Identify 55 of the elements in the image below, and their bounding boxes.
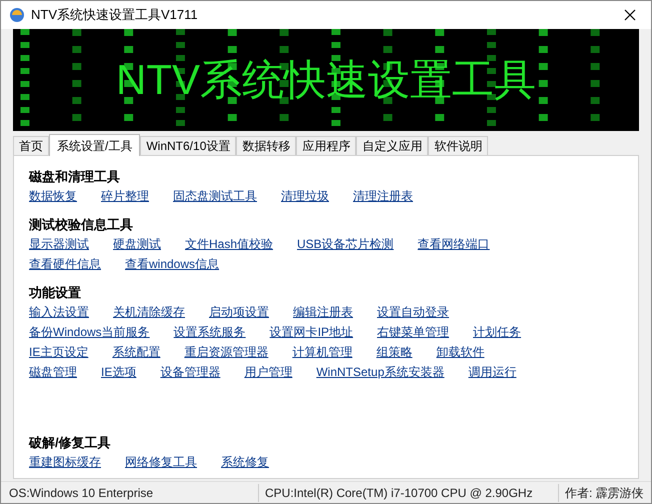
tool-link[interactable]: 查看硬件信息 [29,254,101,274]
tool-link[interactable]: 碎片整理 [101,186,149,206]
tool-link[interactable]: 清理垃圾 [281,186,329,206]
tool-link[interactable]: 网络修复工具 [125,452,197,472]
tool-link[interactable]: 文件Hash值校验 [185,234,274,254]
tool-link[interactable]: 查看网络端口 [418,234,490,254]
tab[interactable]: 应用程序 [296,136,356,155]
tool-link[interactable]: 用户管理 [244,362,292,382]
tool-link[interactable]: 设置自动登录 [377,302,449,322]
window-title: NTV系统快速设置工具V1711 [31,6,198,24]
tool-link[interactable]: 右键菜单管理 [377,322,450,342]
tool-link[interactable]: 固态盘测试工具 [173,186,257,206]
tool-link[interactable]: 清理注册表 [353,186,413,206]
tool-link[interactable]: 调用运行 [468,362,516,382]
section-heading: 功能设置 [29,284,82,302]
tab[interactable]: 软件说明 [428,136,488,155]
tab[interactable]: 系统设置/工具 [49,134,140,156]
tool-link[interactable]: 卸载软件 [436,342,484,362]
tool-link[interactable]: 启动项设置 [209,302,269,322]
tool-link[interactable]: 磁盘管理 [29,362,77,382]
tool-link[interactable]: 设置网卡IP地址 [270,322,354,342]
tool-link[interactable]: 系统修复 [221,452,269,472]
app-icon [9,7,25,23]
tool-link[interactable]: USB设备芯片检测 [297,234,394,254]
status-field: 作者: 霹雳游侠 [559,484,650,502]
section-heading: 测试校验信息工具 [29,216,134,234]
close-icon [624,9,636,21]
tool-link[interactable]: 设备管理器 [160,362,220,382]
tool-link[interactable]: 关机清除缓存 [113,302,185,322]
tool-link[interactable]: 编辑注册表 [293,302,353,322]
tool-link[interactable]: 系统配置 [112,342,160,362]
tool-link[interactable]: 备份Windows当前服务 [29,322,150,342]
status-field: OS:Windows 10 Enterprise [1,484,259,502]
tab[interactable]: WinNT6/10设置 [140,136,236,155]
tool-link[interactable]: IE选项 [101,362,136,382]
tool-link[interactable]: 重启资源管理器 [184,342,268,362]
tool-link[interactable]: 数据恢复 [29,186,77,206]
section-heading: 磁盘和清理工具 [29,168,121,186]
tool-link[interactable]: 重建图标缓存 [29,452,101,472]
tab[interactable]: 首页 [13,136,49,155]
tool-link[interactable]: 显示器测试 [29,234,89,254]
tool-link[interactable]: 组策略 [376,342,412,362]
tool-link[interactable]: 计算机管理 [292,342,352,362]
tool-link[interactable]: IE主页设定 [29,342,88,362]
tool-link[interactable]: 输入法设置 [29,302,89,322]
tool-link[interactable]: 计划任务 [473,322,522,342]
tool-link[interactable]: 硬盘测试 [113,234,161,254]
status-field: CPU:Intel(R) Core(TM) i7-10700 CPU @ 2.90GHz [259,484,559,502]
tool-link[interactable]: 设置系统服务 [174,322,246,342]
tab[interactable]: 数据转移 [236,136,296,155]
section-heading: 破解/修复工具 [29,434,112,452]
tool-link[interactable]: 查看windows信息 [125,254,220,274]
banner-title: NTV系统快速设置工具 [116,59,536,101]
tab[interactable]: 自定义应用 [356,136,428,155]
tool-link[interactable]: WinNTSetup系统安装器 [316,362,444,382]
